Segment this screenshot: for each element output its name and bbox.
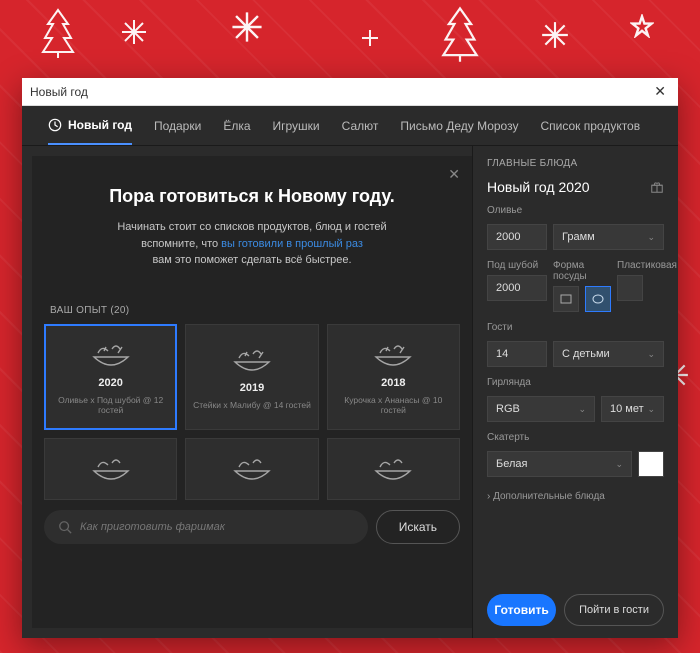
shuba-label: Под шубой <box>487 260 547 271</box>
welcome-banner: ✕ Пора готовиться к Новому году. Начинат… <box>32 156 472 291</box>
tablecloth-color[interactable] <box>638 451 664 477</box>
banner-title: Пора готовиться к Новому году. <box>72 186 432 207</box>
tab-bar: Новый год Подарки Ёлка Игрушки Салют Пис… <box>22 106 678 146</box>
guests-value[interactable]: 14 <box>487 341 547 367</box>
card-more-1[interactable] <box>44 438 177 500</box>
olivier-label: Оливье <box>487 205 664 216</box>
panel-title: ГЛАВНЫЕ БЛЮДА <box>487 158 664 169</box>
tablecloth-select[interactable]: Белая⌄ <box>487 451 632 477</box>
search-icon <box>58 520 72 534</box>
search-bar: Как приготовить фаршмак Искать <box>44 510 460 544</box>
card-more-3[interactable] <box>327 438 460 500</box>
titlebar: Новый год ✕ <box>22 78 678 106</box>
main-panel: ✕ Пора готовиться к Новому году. Начинат… <box>32 156 472 628</box>
chevron-down-icon: ⌄ <box>647 349 655 360</box>
tablecloth-label: Скатерть <box>487 432 664 443</box>
tab-new-year[interactable]: Новый год <box>48 106 132 145</box>
card-2018[interactable]: 2018 Курочка x Ананасы @ 10 гостей <box>327 324 460 430</box>
tab-tree[interactable]: Ёлка <box>223 106 250 145</box>
chevron-down-icon: ⌄ <box>615 459 623 470</box>
salad-icon <box>88 339 134 371</box>
garland-length[interactable]: 10 мет⌄ <box>601 396 664 422</box>
plastic-label: Пластиковая <box>617 260 677 271</box>
gift-icon[interactable] <box>650 180 664 194</box>
app-window: Новый год ✕ Новый год Подарки Ёлка Игруш… <box>22 78 678 638</box>
cook-button[interactable]: Готовить <box>487 594 556 626</box>
garland-label: Гирлянда <box>487 377 664 388</box>
dish-shape-round[interactable] <box>585 286 611 312</box>
guests-label: Гости <box>487 322 664 333</box>
salad-icon <box>229 344 275 376</box>
garland-select[interactable]: RGB⌄ <box>487 396 595 422</box>
tab-label: Новый год <box>68 118 132 132</box>
tab-letter[interactable]: Письмо Деду Морозу <box>400 106 518 145</box>
experience-label: ВАШ ОПЫТ (20) <box>32 291 472 324</box>
properties-panel: ГЛАВНЫЕ БЛЮДА Новый год 2020 Оливье 2000… <box>472 146 678 638</box>
more-dishes-toggle[interactable]: › Дополнительные блюда <box>487 491 664 502</box>
salad-icon <box>370 339 416 371</box>
olivier-value[interactable]: 2000 <box>487 224 547 250</box>
search-input[interactable]: Как приготовить фаршмак <box>44 510 368 544</box>
tab-fireworks[interactable]: Салют <box>342 106 379 145</box>
window-title: Новый год <box>30 85 88 99</box>
card-2020[interactable]: 2020 Оливье x Под шубой @ 12 гостей <box>44 324 177 430</box>
olivier-unit[interactable]: Грамм⌄ <box>553 224 664 250</box>
chevron-down-icon: ⌄ <box>647 404 655 415</box>
salad-icon <box>370 453 416 485</box>
dishform-label: Форма посуды <box>553 260 611 282</box>
clock-icon <box>48 118 62 132</box>
experience-cards: 2020 Оливье x Под шубой @ 12 гостей 2019… <box>32 324 472 500</box>
dish-shape-rect[interactable] <box>553 286 579 312</box>
salad-icon <box>229 453 275 485</box>
banner-link[interactable]: вы готовили в прошлый раз <box>221 238 363 250</box>
card-more-2[interactable] <box>185 438 318 500</box>
card-2019[interactable]: 2019 Стейки x Малибу @ 14 гостей <box>185 324 318 430</box>
plastic-checkbox[interactable] <box>617 275 643 301</box>
salad-icon <box>88 453 134 485</box>
shuba-value[interactable]: 2000 <box>487 275 547 301</box>
guests-option[interactable]: С детьми⌄ <box>553 341 664 367</box>
tab-shopping[interactable]: Список продуктов <box>540 106 640 145</box>
banner-close-icon[interactable]: ✕ <box>448 166 460 183</box>
tab-toys[interactable]: Игрушки <box>273 106 320 145</box>
tab-gifts[interactable]: Подарки <box>154 106 201 145</box>
document-name[interactable]: Новый год 2020 <box>487 179 644 195</box>
close-icon[interactable]: ✕ <box>650 83 670 100</box>
visit-button[interactable]: Пойти в гости <box>564 594 664 626</box>
chevron-down-icon: ⌄ <box>647 232 655 243</box>
search-button[interactable]: Искать <box>376 510 460 544</box>
chevron-down-icon: ⌄ <box>578 404 586 415</box>
